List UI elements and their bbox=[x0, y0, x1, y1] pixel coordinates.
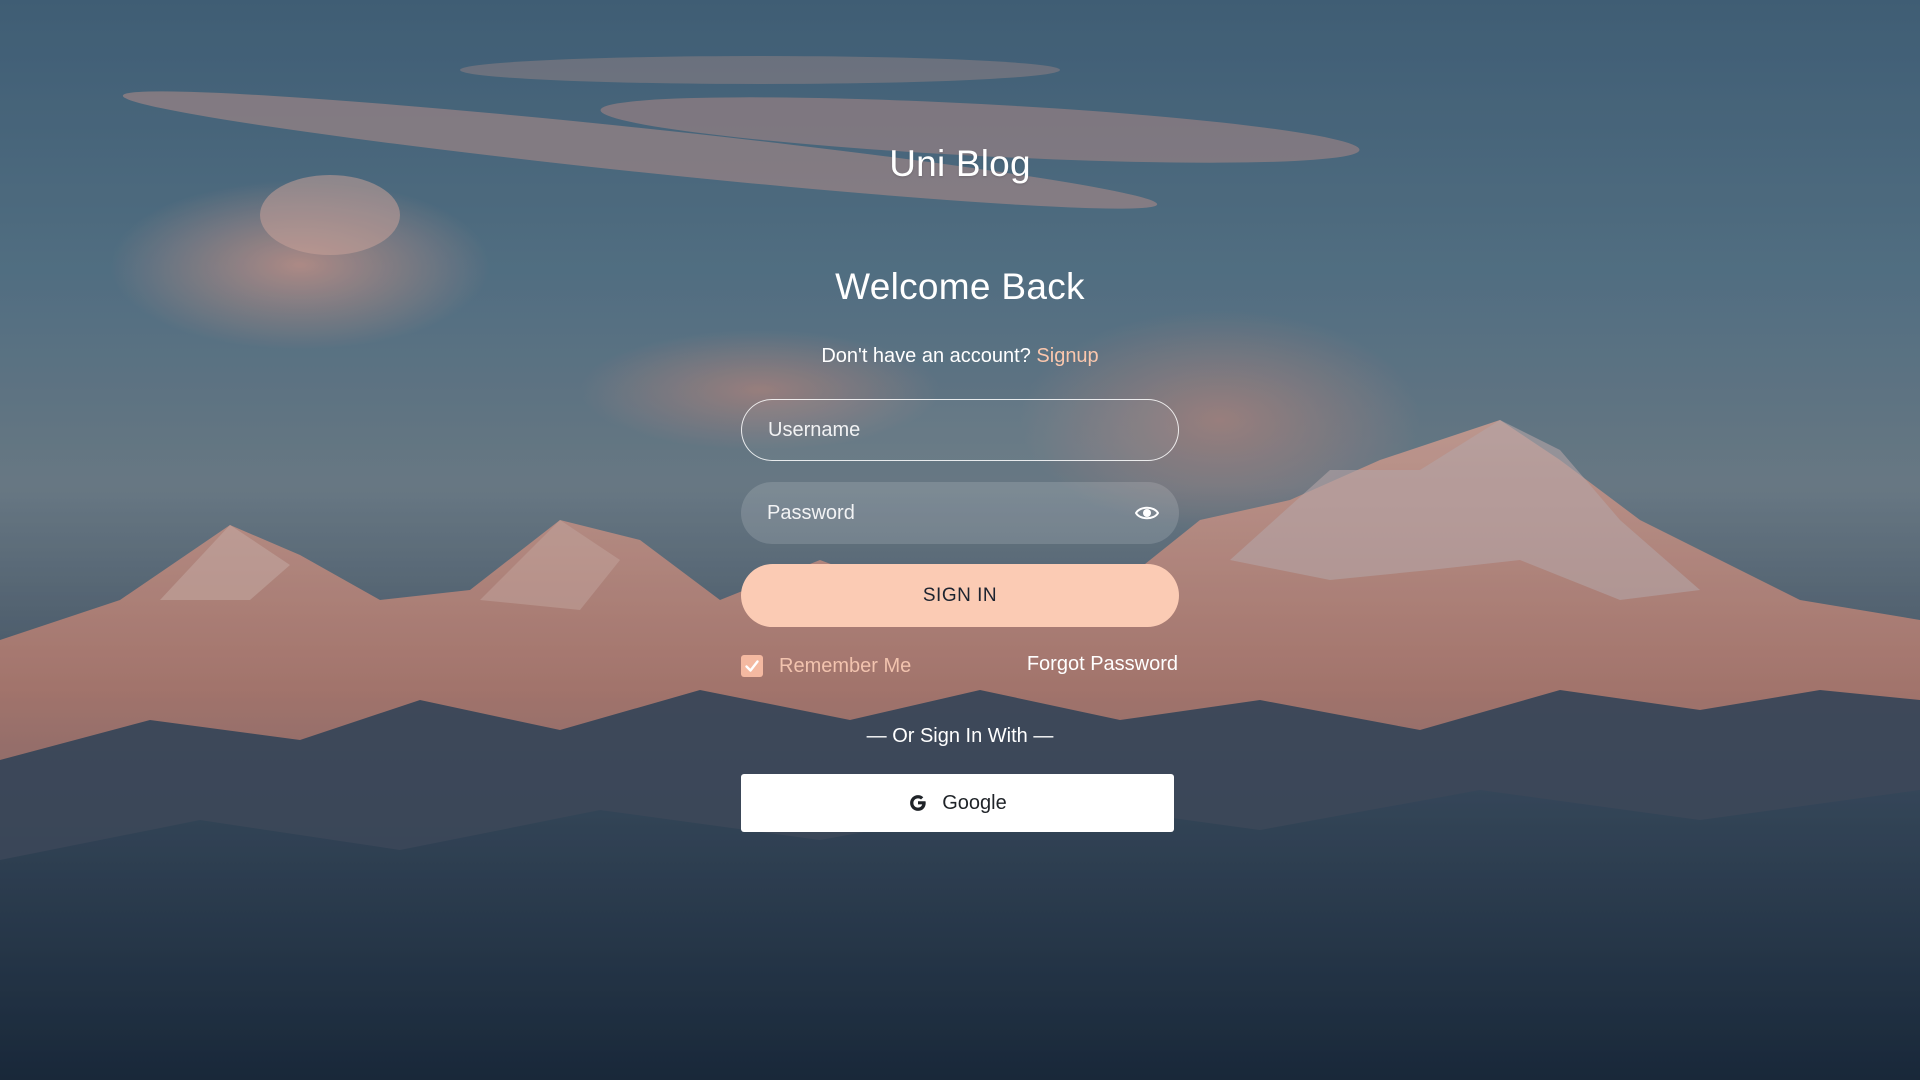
remember-me-checkbox[interactable]: Remember Me bbox=[741, 653, 911, 679]
check-icon[interactable] bbox=[741, 655, 763, 677]
google-g-icon bbox=[908, 793, 928, 813]
signup-link[interactable]: Signup bbox=[1036, 345, 1098, 367]
google-button-label: Google bbox=[942, 791, 1007, 814]
app-title: Uni Blog bbox=[889, 143, 1031, 184]
username-input[interactable] bbox=[742, 400, 1178, 460]
eye-icon[interactable] bbox=[1134, 502, 1160, 524]
login-panel: Uni Blog Welcome Back Don't have an acco… bbox=[0, 0, 1920, 1080]
signup-prompt-text: Don't have an account? bbox=[821, 345, 1031, 367]
sign-in-button[interactable]: SIGN IN bbox=[741, 564, 1179, 627]
password-input[interactable] bbox=[741, 482, 1179, 544]
google-sign-in-button[interactable]: Google bbox=[741, 774, 1174, 832]
signup-prompt: Don't have an account? Signup bbox=[0, 345, 1920, 368]
username-field[interactable] bbox=[741, 399, 1179, 461]
password-field[interactable] bbox=[741, 482, 1179, 544]
forgot-password-link[interactable]: Forgot Password bbox=[1027, 653, 1178, 676]
social-divider: — Or Sign In With — bbox=[866, 725, 1054, 747]
remember-me-label: Remember Me bbox=[779, 654, 912, 677]
welcome-heading: Welcome Back bbox=[835, 266, 1085, 307]
